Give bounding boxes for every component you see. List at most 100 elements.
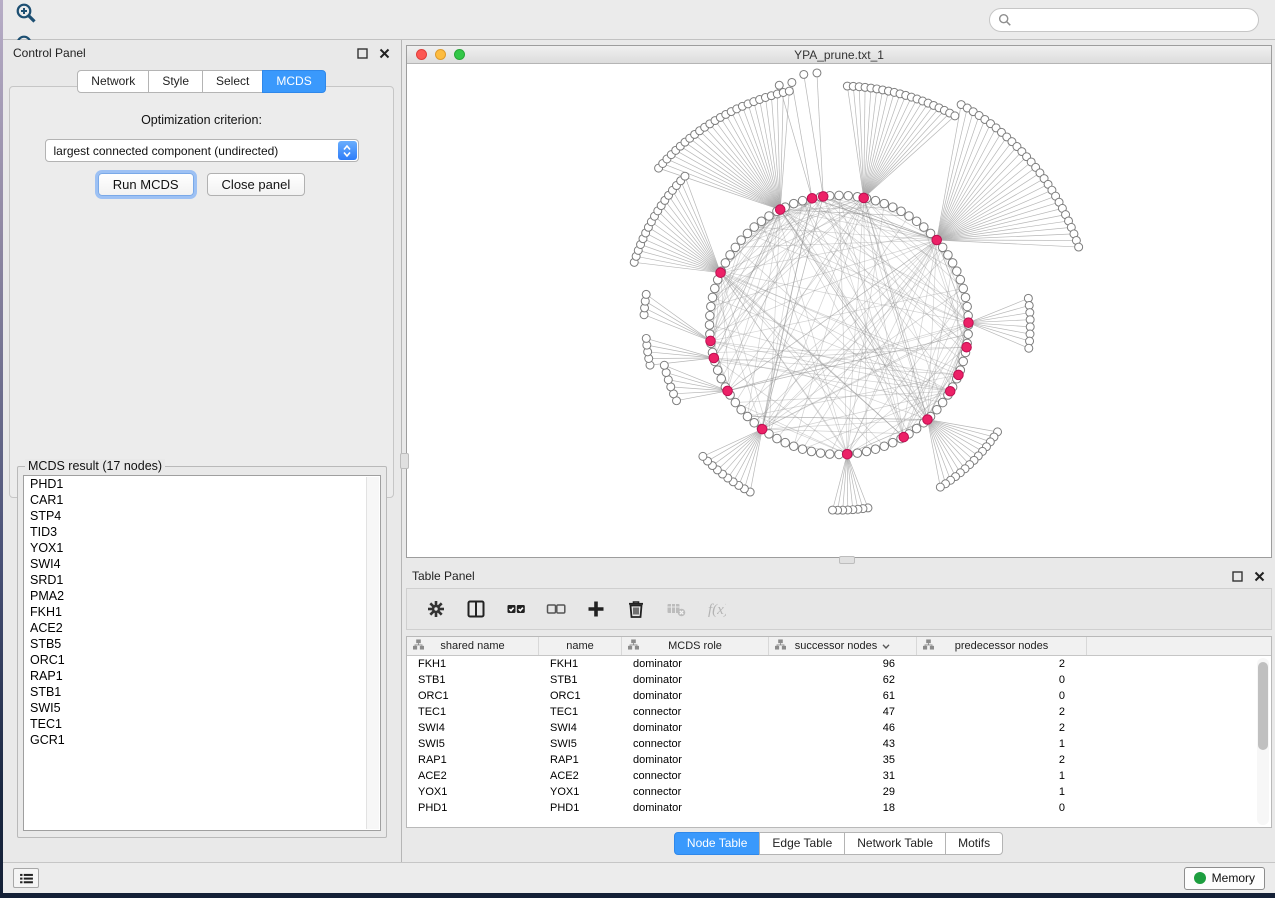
cell-name[interactable]: YOX1 bbox=[539, 784, 622, 800]
close-panel-button[interactable] bbox=[377, 46, 391, 60]
cell-name[interactable]: SWI5 bbox=[539, 736, 622, 752]
mcds-result-item[interactable]: YOX1 bbox=[24, 540, 380, 556]
tab-select[interactable]: Select bbox=[202, 70, 263, 93]
cell-successor-nodes[interactable]: 18 bbox=[769, 800, 917, 816]
cell-successor-nodes[interactable]: 96 bbox=[769, 656, 917, 672]
cell-successor-nodes[interactable]: 46 bbox=[769, 720, 917, 736]
cell-shared-name[interactable]: STB1 bbox=[407, 672, 539, 688]
cell-predecessor-nodes[interactable]: 0 bbox=[917, 800, 1087, 816]
tab-network-table[interactable]: Network Table bbox=[844, 832, 946, 855]
cell-MCDS-role[interactable]: dominator bbox=[622, 800, 769, 816]
cell-successor-nodes[interactable]: 43 bbox=[769, 736, 917, 752]
table-row[interactable]: ACE2ACE2connector311 bbox=[407, 768, 1271, 784]
cell-name[interactable]: STB1 bbox=[539, 672, 622, 688]
cell-predecessor-nodes[interactable]: 1 bbox=[917, 768, 1087, 784]
cell-MCDS-role[interactable]: dominator bbox=[622, 688, 769, 704]
tab-edge-table[interactable]: Edge Table bbox=[759, 832, 845, 855]
columns-button[interactable] bbox=[461, 594, 491, 624]
cell-name[interactable]: SWI4 bbox=[539, 720, 622, 736]
table-row[interactable]: RAP1RAP1dominator352 bbox=[407, 752, 1271, 768]
float-panel-button[interactable] bbox=[355, 46, 369, 60]
mcds-result-item[interactable]: PHD1 bbox=[24, 476, 380, 492]
cell-successor-nodes[interactable]: 35 bbox=[769, 752, 917, 768]
tab-network[interactable]: Network bbox=[77, 70, 149, 93]
tab-mcds[interactable]: MCDS bbox=[262, 70, 325, 93]
cell-name[interactable]: RAP1 bbox=[539, 752, 622, 768]
cell-shared-name[interactable]: ACE2 bbox=[407, 768, 539, 784]
cell-name[interactable]: TEC1 bbox=[539, 704, 622, 720]
cell-shared-name[interactable]: RAP1 bbox=[407, 752, 539, 768]
column-header-MCDS-role[interactable]: MCDS role bbox=[622, 637, 769, 655]
mcds-result-item[interactable]: ORC1 bbox=[24, 652, 380, 668]
cell-MCDS-role[interactable]: dominator bbox=[622, 672, 769, 688]
cell-successor-nodes[interactable]: 47 bbox=[769, 704, 917, 720]
cell-shared-name[interactable]: PHD1 bbox=[407, 800, 539, 816]
table-row[interactable]: PHD1PHD1dominator180 bbox=[407, 800, 1271, 816]
cell-predecessor-nodes[interactable]: 2 bbox=[917, 656, 1087, 672]
mcds-result-item[interactable]: SWI5 bbox=[24, 700, 380, 716]
network-window-titlebar[interactable]: YPA_prune.txt_1 bbox=[407, 46, 1271, 64]
search-box[interactable] bbox=[989, 8, 1259, 32]
mcds-result-item[interactable]: TID3 bbox=[24, 524, 380, 540]
mcds-result-item[interactable]: STB1 bbox=[24, 684, 380, 700]
column-header-shared-name[interactable]: shared name bbox=[407, 637, 539, 655]
table-row[interactable]: FKH1FKH1dominator962 bbox=[407, 656, 1271, 672]
mcds-list-scrollbar[interactable] bbox=[366, 477, 379, 829]
mcds-result-item[interactable]: STP4 bbox=[24, 508, 380, 524]
add-row-button[interactable] bbox=[581, 594, 611, 624]
mcds-result-item[interactable]: CAR1 bbox=[24, 492, 380, 508]
mcds-result-item[interactable]: RAP1 bbox=[24, 668, 380, 684]
column-header-predecessor-nodes[interactable]: predecessor nodes bbox=[917, 637, 1087, 655]
cell-predecessor-nodes[interactable]: 2 bbox=[917, 704, 1087, 720]
cell-MCDS-role[interactable]: dominator bbox=[622, 656, 769, 672]
cell-shared-name[interactable]: SWI4 bbox=[407, 720, 539, 736]
table-scrollbar[interactable] bbox=[1257, 658, 1269, 825]
cell-successor-nodes[interactable]: 31 bbox=[769, 768, 917, 784]
memory-button[interactable]: Memory bbox=[1184, 867, 1265, 890]
mcds-result-item[interactable]: PMA2 bbox=[24, 588, 380, 604]
cell-shared-name[interactable]: YOX1 bbox=[407, 784, 539, 800]
cell-predecessor-nodes[interactable]: 1 bbox=[917, 784, 1087, 800]
network-canvas[interactable] bbox=[407, 64, 1271, 557]
cell-name[interactable]: ORC1 bbox=[539, 688, 622, 704]
table-scrollbar-thumb[interactable] bbox=[1258, 662, 1268, 750]
column-header-successor-nodes[interactable]: successor nodes bbox=[769, 637, 917, 655]
tab-node-table[interactable]: Node Table bbox=[674, 832, 761, 855]
network-graph[interactable] bbox=[407, 64, 1271, 557]
cell-predecessor-nodes[interactable]: 0 bbox=[917, 672, 1087, 688]
column-header-name[interactable]: name bbox=[539, 637, 622, 655]
table-close-button[interactable] bbox=[1252, 569, 1266, 583]
cell-predecessor-nodes[interactable]: 2 bbox=[917, 752, 1087, 768]
cell-shared-name[interactable]: SWI5 bbox=[407, 736, 539, 752]
search-input[interactable] bbox=[1012, 11, 1250, 29]
cell-MCDS-role[interactable]: connector bbox=[622, 768, 769, 784]
cell-name[interactable]: ACE2 bbox=[539, 768, 622, 784]
cell-MCDS-role[interactable]: connector bbox=[622, 784, 769, 800]
cell-shared-name[interactable]: ORC1 bbox=[407, 688, 539, 704]
table-row[interactable]: TEC1TEC1connector472 bbox=[407, 704, 1271, 720]
cell-MCDS-role[interactable]: connector bbox=[622, 704, 769, 720]
deselect-all-button[interactable] bbox=[541, 594, 571, 624]
cell-predecessor-nodes[interactable]: 1 bbox=[917, 736, 1087, 752]
cell-successor-nodes[interactable]: 29 bbox=[769, 784, 917, 800]
run-mcds-button[interactable]: Run MCDS bbox=[98, 173, 194, 196]
mcds-result-list[interactable]: PHD1CAR1STP4TID3YOX1SWI4SRD1PMA2FKH1ACE2… bbox=[23, 475, 381, 831]
vertical-splitter-grip[interactable] bbox=[400, 453, 409, 469]
cell-MCDS-role[interactable]: dominator bbox=[622, 720, 769, 736]
horizontal-splitter-grip[interactable] bbox=[839, 556, 855, 564]
zoom-in-button[interactable] bbox=[9, 0, 43, 29]
table-row[interactable]: ORC1ORC1dominator610 bbox=[407, 688, 1271, 704]
cell-shared-name[interactable]: FKH1 bbox=[407, 656, 539, 672]
cell-successor-nodes[interactable]: 62 bbox=[769, 672, 917, 688]
cell-predecessor-nodes[interactable]: 0 bbox=[917, 688, 1087, 704]
cell-predecessor-nodes[interactable]: 2 bbox=[917, 720, 1087, 736]
task-history-button[interactable] bbox=[13, 868, 39, 888]
tab-style[interactable]: Style bbox=[148, 70, 203, 93]
cell-successor-nodes[interactable]: 61 bbox=[769, 688, 917, 704]
tab-motifs[interactable]: Motifs bbox=[945, 832, 1003, 855]
table-float-button[interactable] bbox=[1230, 569, 1244, 583]
mcds-result-item[interactable]: SWI4 bbox=[24, 556, 380, 572]
cell-MCDS-role[interactable]: dominator bbox=[622, 752, 769, 768]
table-row[interactable]: YOX1YOX1connector291 bbox=[407, 784, 1271, 800]
table-row[interactable]: SWI5SWI5connector431 bbox=[407, 736, 1271, 752]
